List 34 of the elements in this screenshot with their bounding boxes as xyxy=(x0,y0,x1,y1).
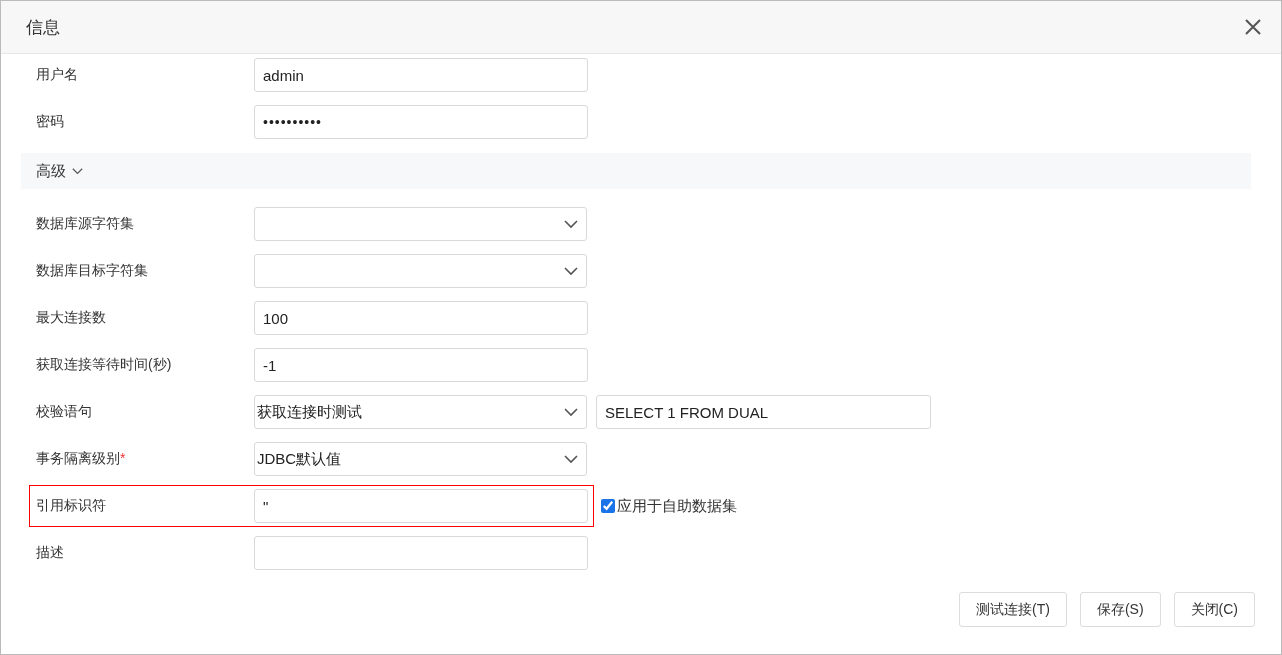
dropdown-field[interactable]: 获取连接时测试 xyxy=(254,395,587,429)
chevron-down-icon xyxy=(564,219,578,229)
chevron-down-icon xyxy=(564,266,578,276)
text-field[interactable]: " xyxy=(254,489,588,523)
dropdown-field[interactable]: JDBC默认值 xyxy=(254,442,587,476)
field-label: 获取连接等待时间(秒) xyxy=(36,356,173,374)
text-field[interactable]: admin xyxy=(254,58,588,92)
close-icon[interactable] xyxy=(1245,19,1261,35)
chevron-down-icon xyxy=(564,407,578,417)
field-label: 事务隔离级别* xyxy=(36,450,127,468)
field-label: 引用标识符 xyxy=(36,497,107,515)
field-label: 描述 xyxy=(36,544,65,562)
checkbox-option[interactable]: 应用于自助数据集 xyxy=(601,496,737,516)
text-field[interactable]: SELECT 1 FROM DUAL xyxy=(596,395,931,429)
password-field[interactable]: •••••••••• xyxy=(254,105,588,139)
dialog-button[interactable]: 关闭(C) xyxy=(1173,592,1255,627)
field-label: 密码 xyxy=(36,113,65,131)
field-label: 最大连接数 xyxy=(36,309,107,327)
dialog-button[interactable]: 保存(S) xyxy=(1079,592,1161,627)
dialog-button[interactable]: 测试连接(T) xyxy=(959,592,1067,627)
section-header[interactable]: 高级 xyxy=(21,153,1251,189)
chevron-icon xyxy=(72,167,83,175)
field-label: 数据库目标字符集 xyxy=(36,262,149,280)
checkbox[interactable] xyxy=(601,499,615,513)
text-field[interactable]: 100 xyxy=(254,301,588,335)
text-field[interactable] xyxy=(254,536,588,570)
dropdown-field[interactable] xyxy=(254,254,587,288)
field-label: 用户名 xyxy=(36,66,79,84)
dialog-title: 信息 xyxy=(26,16,60,39)
field-label: 校验语句 xyxy=(36,403,93,421)
chevron-down-icon xyxy=(564,454,578,464)
text-field[interactable]: -1 xyxy=(254,348,588,382)
field-label: 数据库源字符集 xyxy=(36,215,135,233)
dropdown-field[interactable] xyxy=(254,207,587,241)
